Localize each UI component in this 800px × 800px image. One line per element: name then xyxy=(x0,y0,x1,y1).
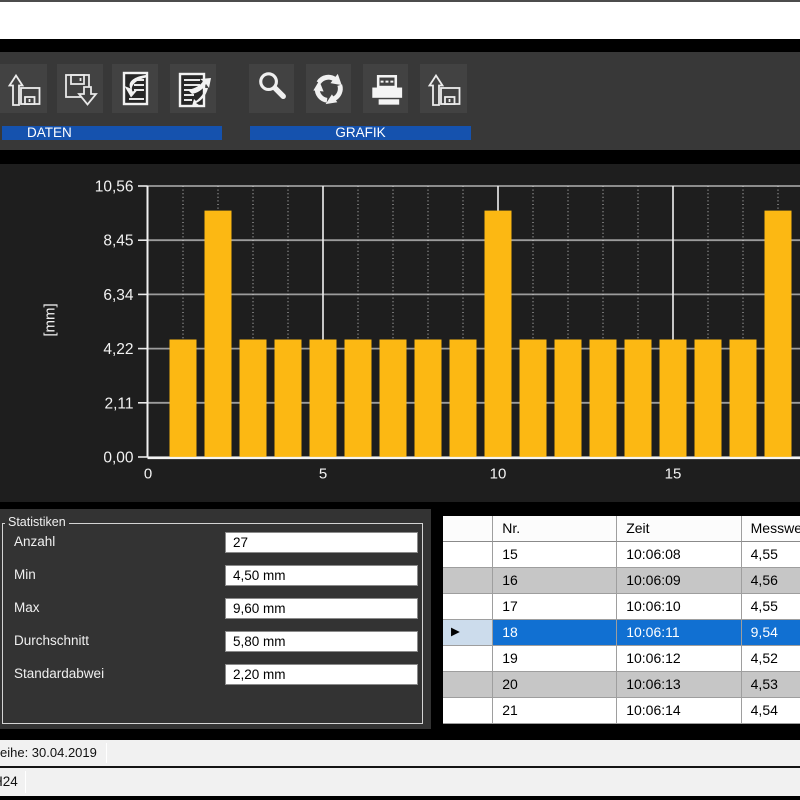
svg-text:10,56: 10,56 xyxy=(95,179,134,196)
svg-text:4,22: 4,22 xyxy=(103,341,133,358)
svg-text:0,00: 0,00 xyxy=(103,450,134,467)
svg-text:8,45: 8,45 xyxy=(103,233,133,250)
svg-text:5: 5 xyxy=(319,466,327,483)
svg-text:15: 15 xyxy=(665,466,682,483)
svg-text:10: 10 xyxy=(490,466,507,483)
svg-text:6,34: 6,34 xyxy=(103,287,134,304)
svg-text:0: 0 xyxy=(144,466,152,483)
svg-text:2,11: 2,11 xyxy=(104,395,133,412)
svg-text:[mm]: [mm] xyxy=(42,303,59,336)
